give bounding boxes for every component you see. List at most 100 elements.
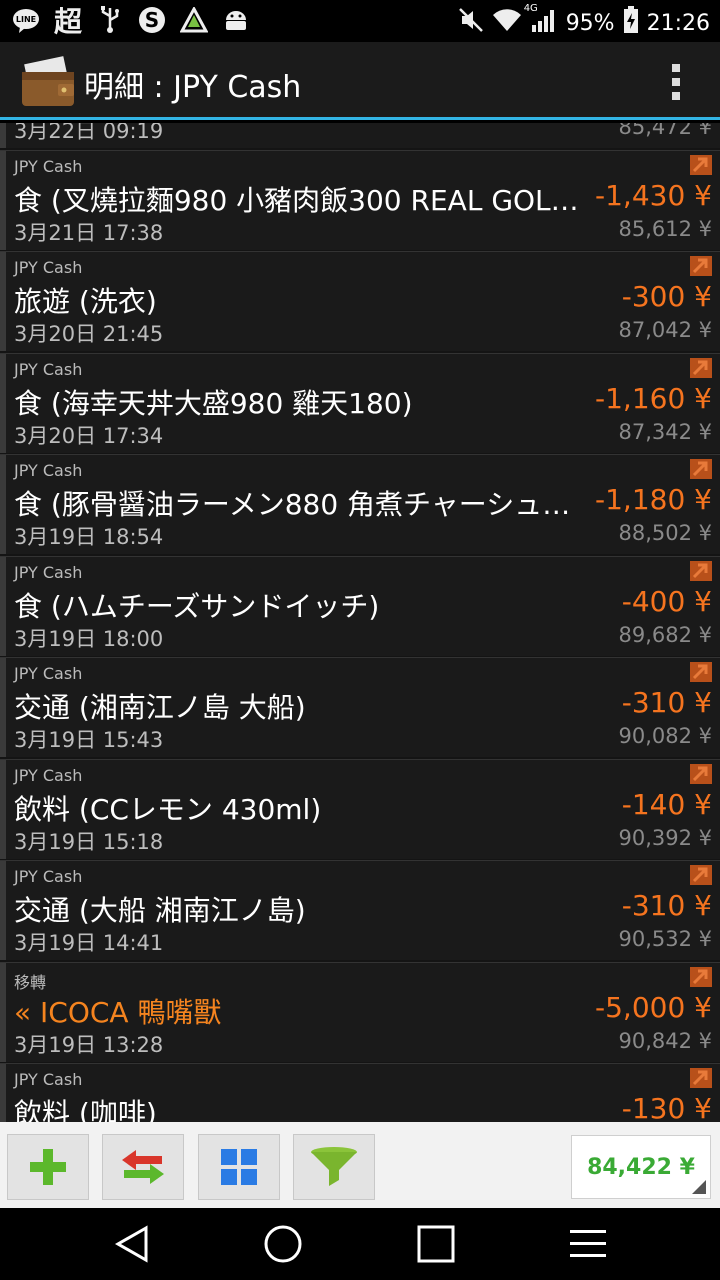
wallet-icon[interactable] bbox=[20, 56, 76, 108]
running-balance: 90,082 ¥ bbox=[618, 724, 712, 748]
filter-icon bbox=[311, 1147, 357, 1186]
running-balance: 90,532 ¥ bbox=[618, 927, 712, 951]
row-indicator bbox=[0, 455, 6, 554]
usb-icon bbox=[96, 6, 124, 34]
transaction-amount: -1,180 ¥ bbox=[595, 483, 712, 516]
transaction-row[interactable]: 移轉 « ICOCA 鴨嘴獸 3月19日 13:28 -5,000 ¥ 90,842 ¥ bbox=[0, 961, 720, 1062]
transaction-row[interactable]: JPY Cash 食 (豚骨醤油ラーメン880 角煮チャーシュー300) 3月19日… bbox=[0, 454, 720, 554]
transaction-row[interactable]: JPY Cash 旅遊 (洗衣) 3月20日 21:45 -300 ¥ 87,042 ¥ bbox=[0, 251, 720, 351]
transaction-date: 3月22日 09:19 bbox=[14, 123, 164, 143]
transaction-description: 飲料 (咖啡) bbox=[14, 1097, 157, 1122]
running-balance: 90,842 ¥ bbox=[618, 1028, 712, 1053]
transaction-row[interactable]: JPY Cash 飲料 (CCレモン 430ml) 3月19日 15:18 -140 … bbox=[0, 758, 720, 859]
row-indicator bbox=[0, 658, 6, 757]
current-balance[interactable]: 84,422 ¥ bbox=[571, 1135, 711, 1199]
account-label: JPY Cash bbox=[14, 1070, 83, 1089]
transaction-date: 3月19日 18:54 bbox=[14, 525, 164, 549]
transaction-date: 3月20日 21:45 bbox=[14, 322, 164, 346]
row-indicator bbox=[0, 1064, 6, 1122]
account-label: JPY Cash bbox=[14, 664, 83, 683]
bottom-toolbar: 84,422 ¥ bbox=[0, 1122, 720, 1208]
account-label: JPY Cash bbox=[14, 562, 83, 582]
home-icon[interactable] bbox=[263, 1224, 303, 1264]
transfer-button[interactable] bbox=[102, 1134, 184, 1200]
line-icon: LINE bbox=[12, 6, 40, 34]
expense-arrow-icon bbox=[690, 662, 712, 682]
transaction-row[interactable]: JPY Cash 飲料 (咖啡) -130 ¥ bbox=[0, 1063, 720, 1122]
account-label: JPY Cash bbox=[14, 258, 83, 277]
transaction-row[interactable]: JPY Cash 食 (ハムチーズサンドイッチ) 3月19日 18:00 -400 ¥… bbox=[0, 555, 720, 656]
transaction-list[interactable]: 3月22日 09:19 85,472 ¥ JPY Cash 食 (叉燒拉麵980 小豬… bbox=[0, 123, 720, 1122]
account-label: JPY Cash bbox=[14, 765, 83, 785]
transaction-amount: -1,160 ¥ bbox=[595, 381, 712, 415]
wifi-icon bbox=[492, 8, 522, 38]
transaction-row[interactable]: JPY Cash 交通 (湘南江ノ島 大船) 3月19日 15:43 -310 ¥ 90… bbox=[0, 657, 720, 757]
android-icon bbox=[222, 6, 250, 34]
categories-button[interactable] bbox=[198, 1134, 280, 1200]
expense-arrow-icon bbox=[690, 357, 712, 378]
transaction-amount: -1,430 ¥ bbox=[595, 178, 712, 212]
transaction-row[interactable]: JPY Cash 食 (叉燒拉麵980 小豬肉飯300 REAL GOLD 150… bbox=[0, 149, 720, 250]
transaction-amount: -310 ¥ bbox=[621, 889, 712, 922]
navigation-bar bbox=[0, 1208, 720, 1280]
add-transaction-button[interactable] bbox=[7, 1134, 89, 1200]
transaction-description: 交通 (大船 湘南江ノ島) bbox=[14, 894, 306, 927]
svg-text:S: S bbox=[145, 8, 159, 32]
account-label: JPY Cash bbox=[14, 461, 83, 480]
row-indicator bbox=[0, 962, 6, 1062]
triangle-app-icon bbox=[180, 6, 208, 34]
overflow-menu-icon[interactable] bbox=[672, 64, 682, 100]
balance-value: 84,422 ¥ bbox=[587, 1154, 695, 1180]
mute-icon bbox=[458, 7, 484, 39]
page-title: 明細 : JPY Cash bbox=[84, 70, 302, 105]
super-app-icon: 超 bbox=[54, 5, 83, 38]
accent-line bbox=[0, 117, 720, 120]
transaction-amount: -140 ¥ bbox=[621, 787, 712, 821]
expense-arrow-icon bbox=[690, 154, 712, 175]
transaction-row[interactable]: 3月22日 09:19 85,472 ¥ bbox=[0, 123, 720, 148]
account-label: JPY Cash bbox=[14, 359, 83, 379]
running-balance: 88,502 ¥ bbox=[618, 521, 712, 545]
grid-icon bbox=[221, 1149, 257, 1185]
transaction-date: 3月19日 18:00 bbox=[14, 626, 164, 651]
transaction-description: 旅遊 (洗衣) bbox=[14, 285, 157, 318]
transaction-description: 交通 (湘南江ノ島 大船) bbox=[14, 691, 306, 724]
transaction-amount: -300 ¥ bbox=[621, 280, 712, 313]
expense-arrow-icon bbox=[690, 966, 712, 987]
expense-arrow-icon bbox=[690, 256, 712, 276]
account-label: JPY Cash bbox=[14, 867, 83, 886]
running-balance: 87,342 ¥ bbox=[618, 419, 712, 444]
row-indicator bbox=[0, 759, 6, 859]
skype-icon: S bbox=[138, 6, 166, 34]
dropdown-corner-icon bbox=[692, 1180, 706, 1194]
row-indicator bbox=[0, 861, 6, 960]
account-label: JPY Cash bbox=[14, 156, 83, 176]
transaction-description: « ICOCA 鴨嘴獸 bbox=[14, 995, 222, 1029]
back-icon[interactable] bbox=[112, 1224, 152, 1264]
transaction-row[interactable]: JPY Cash 食 (海幸天丼大盛980 雞天180) 3月20日 17:34 -1… bbox=[0, 352, 720, 453]
recents-icon[interactable] bbox=[416, 1224, 456, 1264]
menu-icon[interactable] bbox=[568, 1224, 608, 1264]
row-indicator bbox=[0, 123, 6, 148]
running-balance: 87,042 ¥ bbox=[618, 318, 712, 342]
transaction-description: 食 (海幸天丼大盛980 雞天180) bbox=[14, 386, 413, 420]
svg-text:LINE: LINE bbox=[16, 15, 36, 24]
expense-arrow-icon bbox=[690, 763, 712, 784]
expense-arrow-icon bbox=[690, 1068, 712, 1088]
action-bar: 明細 : JPY Cash bbox=[0, 42, 720, 120]
network-type: 4G bbox=[523, 3, 538, 14]
battery-icon bbox=[623, 6, 639, 40]
transaction-row[interactable]: JPY Cash 交通 (大船 湘南江ノ島) 3月19日 14:41 -310 ¥ 90… bbox=[0, 860, 720, 960]
transaction-date: 3月19日 14:41 bbox=[14, 931, 164, 955]
running-balance: 85,472 ¥ bbox=[618, 123, 712, 139]
transaction-date: 3月19日 13:28 bbox=[14, 1032, 164, 1057]
expense-arrow-icon bbox=[690, 560, 712, 581]
row-indicator bbox=[0, 353, 6, 453]
running-balance: 90,392 ¥ bbox=[618, 825, 712, 850]
filter-button[interactable] bbox=[293, 1134, 375, 1200]
transaction-description: 食 (豚骨醤油ラーメン880 角煮チャーシュー300) bbox=[14, 488, 594, 521]
row-indicator bbox=[0, 252, 6, 351]
expense-arrow-icon bbox=[690, 865, 712, 885]
transaction-date: 3月19日 15:18 bbox=[14, 829, 164, 854]
status-bar: LINE 超 S 4G 95% 21:26 bbox=[0, 0, 720, 42]
